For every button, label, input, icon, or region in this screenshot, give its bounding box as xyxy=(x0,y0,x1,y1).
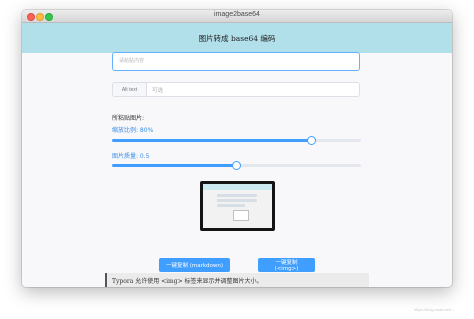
alt-text-label: Alt text xyxy=(113,83,147,96)
scale-slider[interactable] xyxy=(112,135,361,145)
quality-slider-handle[interactable] xyxy=(232,160,241,170)
notice-text: Typora 允许使用 <img> 标签来显示并调整图片大小。 xyxy=(112,277,263,285)
scale-slider-fill xyxy=(112,139,312,142)
quality-slider-fill xyxy=(112,164,237,167)
typora-notice: Typora 允许使用 <img> 标签来显示并调整图片大小。 xyxy=(105,273,369,287)
alt-text-placeholder: 可选 xyxy=(152,87,164,94)
quality-slider[interactable] xyxy=(112,160,361,170)
page-header: 图片转成 base64 编码 xyxy=(22,23,452,53)
copy-img-button[interactable]: 一键复制 (<img>) xyxy=(258,258,315,272)
alt-text-field: Alt text 可选 xyxy=(112,82,360,97)
scale-slider-handle[interactable] xyxy=(306,135,316,145)
preview-screenshot xyxy=(203,184,272,228)
paste-textarea[interactable]: 请粘贴内容 xyxy=(112,52,360,71)
page-title: 图片转成 base64 编码 xyxy=(198,33,276,43)
copy-markdown-button[interactable]: 一键复制 (markdown) xyxy=(159,258,230,272)
quality-label: 图片质量: 0.5 xyxy=(112,153,150,160)
paste-placeholder: 请粘贴内容 xyxy=(119,58,145,64)
image-preview xyxy=(200,181,275,231)
watermark: https://blog.csdn.net/... xyxy=(414,307,455,312)
window-title: image2base64 xyxy=(214,11,260,18)
title-bar: image2base64 xyxy=(22,10,452,23)
alt-text-input[interactable]: 可选 xyxy=(147,83,359,96)
scale-label: 缩放比例: 80% xyxy=(112,127,154,134)
pasted-image-label: 所粘贴图片: xyxy=(112,115,145,122)
app-window: image2base64 图片转成 base64 编码 请粘贴内容 Alt te… xyxy=(22,10,452,287)
